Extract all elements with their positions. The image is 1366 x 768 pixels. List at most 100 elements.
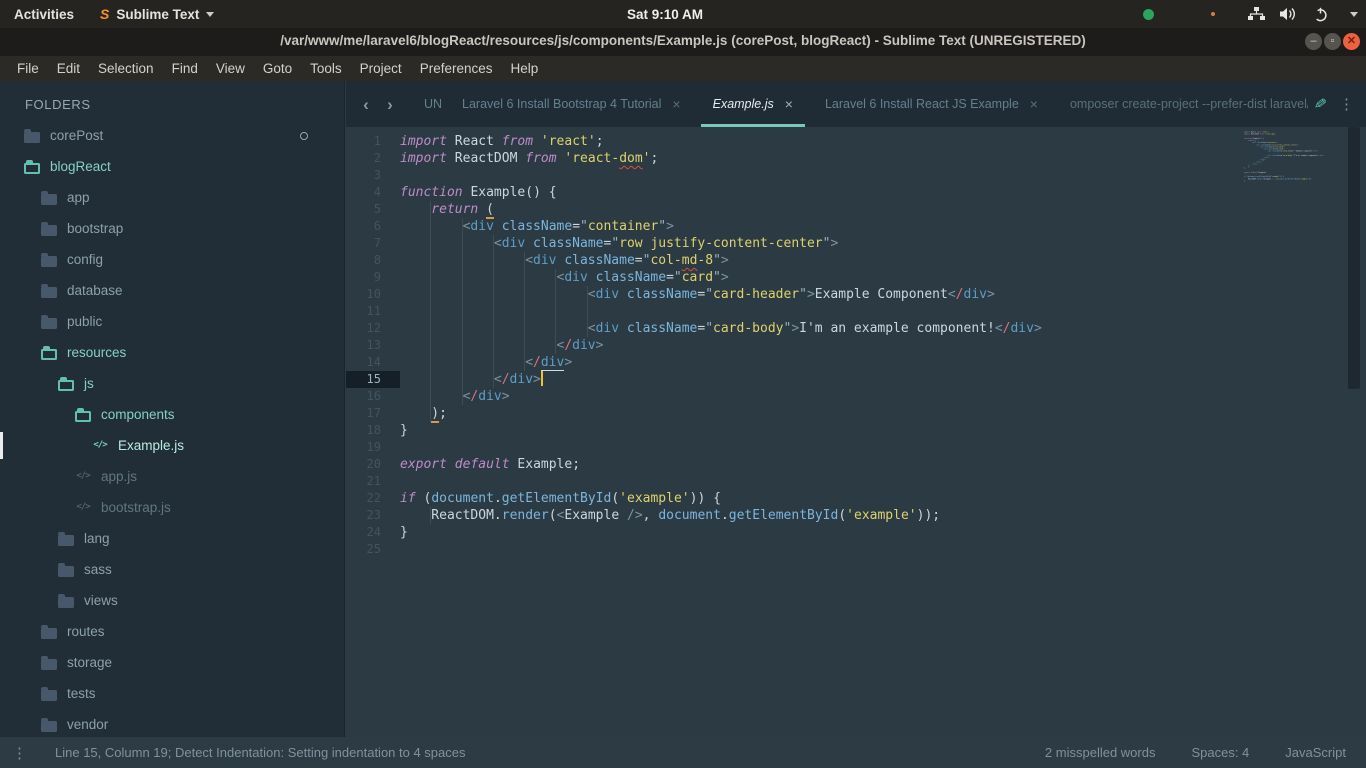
code-line[interactable]: 4function Example() { — [346, 184, 1366, 201]
code-line[interactable]: 24} — [346, 524, 1366, 541]
sidebar-item-database[interactable]: database — [0, 275, 344, 306]
code-token: div — [564, 270, 587, 285]
sidebar-item-lang[interactable]: lang — [0, 523, 344, 554]
code-line[interactable]: 6<div className="container"> — [346, 218, 1366, 235]
code-line[interactable]: 21 — [346, 473, 1366, 490]
activities-button[interactable]: Activities — [0, 7, 88, 22]
system-menu-caret-icon[interactable] — [1350, 12, 1358, 17]
code-line[interactable]: 9<div className="card"> — [346, 269, 1366, 286]
indentation-status[interactable]: Spaces: 4 — [1191, 745, 1249, 760]
folder-icon — [41, 721, 57, 732]
clock[interactable]: Sat 9:10 AM — [627, 7, 703, 22]
item-label: bootstrap — [67, 221, 123, 236]
sidebar-item-resources[interactable]: resources — [0, 337, 344, 368]
file-code-icon: </> — [74, 472, 92, 481]
code-line[interactable]: 10<div className="card-header">Example C… — [346, 286, 1366, 303]
tab-overflow-menu-icon[interactable]: ⋮ — [1333, 81, 1366, 127]
misspelled-words-status[interactable]: 2 misspelled words — [1045, 745, 1156, 760]
tab-laravel-react-example[interactable]: Laravel 6 Install React JS Example× — [809, 81, 1054, 127]
menu-help[interactable]: Help — [502, 61, 548, 76]
power-icon[interactable] — [1313, 7, 1328, 22]
code-line[interactable]: 22if (document.getElementById('example')… — [346, 490, 1366, 507]
code-line[interactable]: 2import ReactDOM from 'react-dom'; — [346, 150, 1366, 167]
minimize-button[interactable]: – — [1305, 33, 1322, 50]
sidebar-item-public[interactable]: public — [0, 306, 344, 337]
tab-scroll-left-icon[interactable]: ‹ — [354, 83, 378, 127]
menu-find[interactable]: Find — [163, 61, 207, 76]
indent-guide — [494, 286, 525, 303]
close-button[interactable]: ✕ — [1343, 33, 1360, 50]
sidebar-item-app[interactable]: app — [0, 182, 344, 213]
sidebar-item-app.js[interactable]: </>app.js — [0, 461, 344, 492]
sidebar-item-tests[interactable]: tests — [0, 678, 344, 709]
sidebar-item-routes[interactable]: routes — [0, 616, 344, 647]
menu-goto[interactable]: Goto — [254, 61, 301, 76]
code-line[interactable]: 14</div> — [346, 354, 1366, 371]
code-line[interactable]: 23ReactDOM.render(<Example />, document.… — [346, 507, 1366, 524]
sidebar-item-js[interactable]: js — [0, 368, 344, 399]
close-icon[interactable]: × — [1030, 96, 1038, 112]
code-line[interactable]: 1import React from 'react'; — [346, 133, 1366, 150]
sidebar-item-sass[interactable]: sass — [0, 554, 344, 585]
sidebar-item-corePost[interactable]: corePost — [0, 120, 344, 151]
code-token: ( — [549, 508, 557, 523]
menu-project[interactable]: Project — [351, 61, 411, 76]
maximize-button[interactable]: ▫ — [1324, 33, 1341, 50]
tab-scroll-right-icon[interactable]: › — [378, 83, 402, 127]
close-icon[interactable]: × — [785, 96, 793, 112]
code-token: 'react- — [564, 151, 619, 166]
close-icon[interactable]: × — [672, 96, 680, 112]
menu-file[interactable]: File — [8, 61, 48, 76]
status-menu-icon[interactable]: ⋮ — [12, 744, 27, 762]
tab-composer-command[interactable]: omposer create-project --prefer-dist lar… — [1054, 81, 1308, 127]
menu-tools[interactable]: Tools — [301, 61, 351, 76]
code-line[interactable]: 5return ( — [346, 201, 1366, 218]
sidebar-item-Example.js[interactable]: </>Example.js — [0, 430, 344, 461]
tab-untitled-clipped[interactable]: UN — [412, 81, 446, 127]
sidebar-item-views[interactable]: views — [0, 585, 344, 616]
volume-icon[interactable] — [1280, 7, 1298, 21]
minimap[interactable]: 1import React from 'react';2import React… — [1244, 131, 1338, 193]
code-line[interactable]: 20export default Example; — [346, 456, 1366, 473]
sidebar-item-storage[interactable]: storage — [0, 647, 344, 678]
line-number: 7 — [346, 235, 400, 252]
code-line[interactable]: 15</div> — [346, 371, 1366, 388]
folder-icon — [41, 318, 57, 329]
code-line[interactable]: 18} — [346, 422, 1366, 439]
code-line[interactable]: 13</div> — [346, 337, 1366, 354]
code-line[interactable]: 16</div> — [346, 388, 1366, 405]
sidebar-item-vendor[interactable]: vendor — [0, 709, 344, 737]
notification-dot-icon[interactable] — [1211, 12, 1215, 16]
code-line[interactable]: 19 — [346, 439, 1366, 456]
sidebar-item-bootstrap[interactable]: bootstrap — [0, 213, 344, 244]
code-token: , — [643, 508, 659, 523]
line-text — [400, 167, 1366, 184]
menu-preferences[interactable]: Preferences — [411, 61, 502, 76]
menu-selection[interactable]: Selection — [89, 61, 163, 76]
tab-laravel-bootstrap-tutorial[interactable]: Laravel 6 Install Bootstrap 4 Tutorial× — [446, 81, 697, 127]
syntax-status[interactable]: JavaScript — [1285, 745, 1346, 760]
line-text: <div className="card-header">Example Com… — [400, 286, 1366, 303]
app-indicator-icon[interactable] — [1143, 9, 1154, 20]
code-line[interactable]: 7<div className="row justify-content-cen… — [346, 235, 1366, 252]
code-line[interactable]: 11 — [346, 303, 1366, 320]
code-line[interactable]: 3 — [346, 167, 1366, 184]
editor-area[interactable]: 1import React from 'react';2import React… — [346, 127, 1366, 737]
edit-pencil-icon[interactable]: ✎ — [1308, 81, 1333, 127]
sidebar-item-components[interactable]: components — [0, 399, 344, 430]
menu-view[interactable]: View — [207, 61, 254, 76]
status-right: 2 misspelled words Spaces: 4 JavaScript — [1045, 745, 1366, 760]
network-icon[interactable] — [1248, 7, 1265, 21]
app-menu-button[interactable]: Sublime Text — [116, 7, 199, 22]
menu-edit[interactable]: Edit — [48, 61, 89, 76]
sidebar-item-bootstrap.js[interactable]: </>bootstrap.js — [0, 492, 344, 523]
code-line[interactable]: 17); — [346, 405, 1366, 422]
folder-icon — [40, 284, 58, 298]
code-line[interactable]: 25 — [346, 541, 1366, 558]
sidebar-item-config[interactable]: config — [0, 244, 344, 275]
code-line[interactable]: 8<div className="col-md-8"> — [346, 252, 1366, 269]
sidebar-item-blogReact[interactable]: blogReact — [0, 151, 344, 182]
code-line[interactable]: 12<div className="card-body">I'm an exam… — [346, 320, 1366, 337]
tab-example-js[interactable]: Example.js× — [697, 81, 809, 127]
vertical-scrollbar[interactable] — [1348, 127, 1360, 389]
